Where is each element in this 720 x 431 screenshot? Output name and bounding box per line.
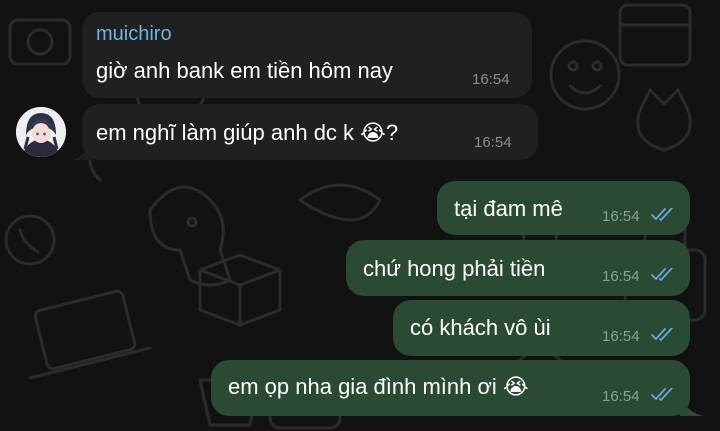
sender-name[interactable]: muichiro bbox=[96, 23, 172, 46]
double-check-icon bbox=[651, 268, 673, 282]
avatar-image bbox=[16, 107, 66, 157]
message-text-body: em ọp nha gia đình mình ơi bbox=[228, 374, 497, 399]
bubble-tail-outgoing bbox=[680, 396, 704, 416]
message-bubble-outgoing[interactable]: chứ hong phải tiền 16:54 bbox=[346, 240, 690, 296]
message-text: em ọp nha gia đình mình ơi 😭 bbox=[228, 374, 529, 400]
message-text-tail: ? bbox=[385, 120, 399, 145]
message-timestamp: 16:54 bbox=[602, 268, 640, 285]
loudly-crying-face-emoji: 😭 bbox=[502, 374, 529, 399]
message-bubble-incoming[interactable]: em nghĩ làm giúp anh dc k 😭? 16:54 bbox=[82, 104, 538, 160]
message-list[interactable]: muichiro giờ anh bank em tiền hôm nay 16… bbox=[0, 0, 720, 431]
message-timestamp: 16:54 bbox=[602, 328, 640, 345]
double-check-icon bbox=[651, 208, 673, 222]
message-timestamp: 16:54 bbox=[474, 134, 512, 151]
loudly-crying-face-emoji: 😭 bbox=[360, 120, 386, 145]
message-text: em nghĩ làm giúp anh dc k 😭? bbox=[96, 120, 398, 146]
message-text: giờ anh bank em tiền hôm nay bbox=[96, 58, 393, 83]
message-text: tại đam mê bbox=[454, 196, 563, 221]
message-bubble-outgoing[interactable]: em ọp nha gia đình mình ơi 😭 16:54 bbox=[211, 360, 690, 416]
message-text: có khách vô ùi bbox=[410, 315, 551, 340]
message-timestamp: 16:54 bbox=[602, 388, 640, 405]
double-check-icon bbox=[651, 388, 673, 402]
message-bubble-incoming[interactable]: muichiro giờ anh bank em tiền hôm nay 16… bbox=[82, 12, 532, 98]
message-text-body: em nghĩ làm giúp anh dc k bbox=[96, 120, 355, 145]
message-timestamp: 16:54 bbox=[602, 208, 640, 225]
avatar[interactable] bbox=[16, 107, 66, 157]
message-text: chứ hong phải tiền bbox=[363, 256, 546, 281]
double-check-icon bbox=[651, 328, 673, 342]
message-timestamp: 16:54 bbox=[472, 71, 510, 88]
message-bubble-outgoing[interactable]: tại đam mê 16:54 bbox=[437, 181, 690, 235]
message-bubble-outgoing[interactable]: có khách vô ùi 16:54 bbox=[393, 300, 690, 356]
bubble-tail-incoming bbox=[72, 140, 92, 160]
